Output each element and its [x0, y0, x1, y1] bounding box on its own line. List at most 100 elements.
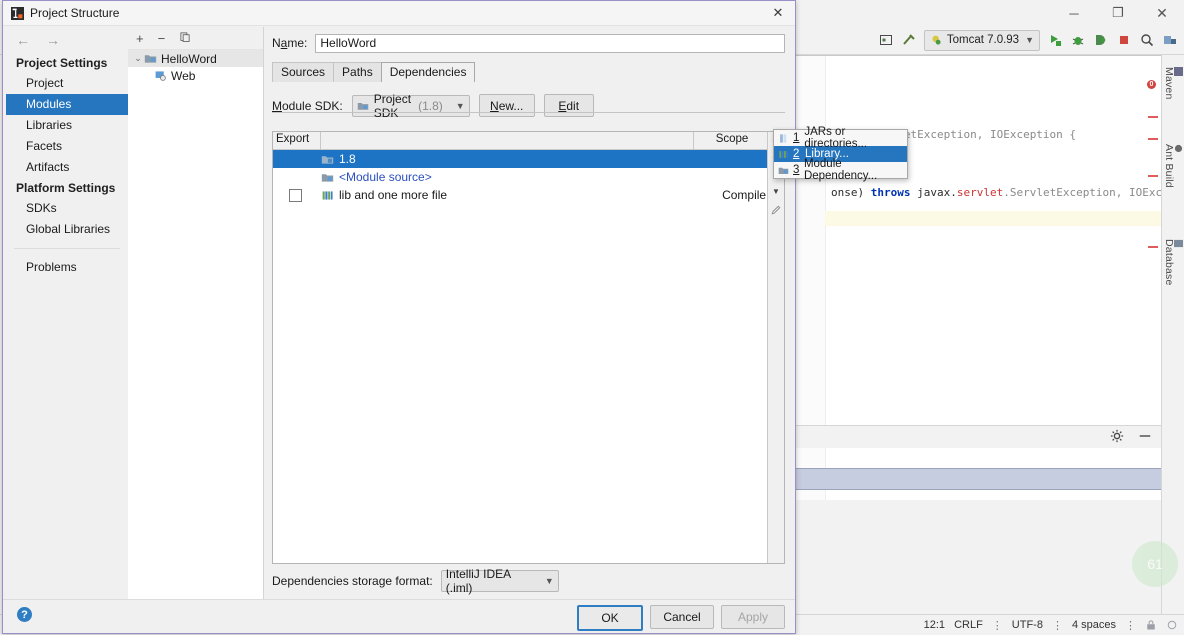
error-stripe-1[interactable] [1148, 116, 1158, 118]
apply-button[interactable]: Apply [721, 605, 785, 629]
caret-position[interactable]: 12:1 [924, 619, 945, 631]
tree-node-helloword[interactable]: ⌄ HelloWord [128, 50, 263, 67]
menu-item-label: Module Dependency... [803, 158, 878, 182]
tool-window-maven[interactable]: Maven [1162, 63, 1184, 100]
row-name-cell: <Module source> [317, 170, 688, 184]
build-hammer-icon[interactable] [901, 32, 917, 48]
tree-node-web[interactable]: Web [128, 67, 263, 84]
dialog-title-bar: Project Structure ✕ [3, 1, 795, 26]
tab-dependencies[interactable]: Dependencies [380, 62, 476, 82]
tab-paths[interactable]: Paths [333, 62, 382, 82]
code-line-2: onse) throws javax.servlet.ServletExcept… [831, 186, 1184, 199]
edit-pencil-icon[interactable] [768, 200, 784, 220]
add-dependency-menu: 1 JARs or directories... 2 Library... 3 … [773, 126, 908, 182]
stop-icon[interactable] [1116, 32, 1132, 48]
add-module-button[interactable]: + [136, 31, 144, 46]
encoding-chevron-icon: ⋮ [1051, 619, 1063, 632]
module-icon [778, 165, 789, 176]
sidebar-item-problems[interactable]: Problems [6, 257, 128, 278]
minimize-button[interactable]: ─ [1052, 0, 1096, 26]
sidebar-item-facets[interactable]: Facets [6, 136, 128, 157]
row-export-cell [273, 188, 317, 202]
module-sdk-combo[interactable]: Project SDK (1.8) ▼ [351, 92, 470, 120]
cancel-button[interactable]: Cancel [650, 605, 714, 629]
run-configuration-selector[interactable]: Tomcat 7.0.93 ▼ [923, 29, 1040, 51]
column-header-scope[interactable]: Scope [693, 132, 770, 149]
forward-arrow-icon[interactable]: → [46, 32, 60, 48]
module-sdk-version: (1.8) [418, 98, 443, 113]
tool-window-ant-build[interactable]: Ant Build [1162, 140, 1184, 188]
sidebar-item-artifacts[interactable]: Artifacts [6, 157, 128, 178]
tab-sources[interactable]: Sources [272, 62, 335, 82]
table-row[interactable]: 1.8 [273, 150, 784, 168]
memory-indicator-icon[interactable] [1166, 619, 1178, 631]
tool-window-maven-label: Maven [1163, 67, 1175, 100]
project-settings-icon[interactable] [1162, 32, 1178, 48]
indent-chevron-icon: ⋮ [1125, 619, 1136, 632]
project-structure-icon[interactable] [878, 32, 894, 48]
run-with-coverage-icon[interactable] [1093, 32, 1109, 48]
copy-module-icon[interactable] [179, 31, 191, 46]
run-config-label: Tomcat 7.0.93 [946, 34, 1020, 46]
help-button[interactable]: ? [17, 607, 32, 622]
export-checkbox[interactable] [288, 188, 302, 202]
chevron-down-icon[interactable]: ⌄ [132, 53, 144, 64]
remove-module-button[interactable]: − [158, 31, 166, 46]
window-controls: ─ ❐ ✕ [1052, 0, 1184, 26]
run-icon[interactable] [1047, 32, 1063, 48]
code-token-params: onse) [831, 186, 871, 199]
edit-sdk-button[interactable]: Edit [543, 94, 594, 117]
module-source-icon [321, 171, 334, 184]
module-name-input[interactable] [315, 33, 785, 53]
ok-button[interactable]: OK [577, 605, 643, 631]
panel-icon-group [1110, 429, 1154, 445]
new-sdk-button[interactable]: New... [478, 94, 535, 117]
move-down-button[interactable]: ▼ [768, 183, 784, 200]
line-separator[interactable]: CRLF [954, 619, 983, 631]
ant-icon [1174, 144, 1184, 153]
menu-item-module-dependency[interactable]: 3 Module Dependency... [774, 158, 907, 182]
module-tabs: Sources Paths Dependencies [272, 62, 793, 82]
table-row[interactable]: <Module source> [273, 168, 784, 186]
search-everywhere-icon[interactable] [1139, 32, 1155, 48]
sidebar-item-modules[interactable]: Modules [6, 94, 128, 115]
file-encoding[interactable]: UTF-8 [1012, 619, 1043, 631]
menu-item-jars-or-directories[interactable]: 1 JARs or directories... [774, 126, 907, 150]
storage-format-combo[interactable]: IntelliJ IDEA (.iml) ▼ [440, 567, 559, 595]
dialog-close-button[interactable]: ✕ [765, 2, 791, 24]
lock-icon[interactable] [1145, 619, 1157, 631]
hide-panel-icon[interactable] [1138, 429, 1154, 445]
close-window-button[interactable]: ✕ [1140, 0, 1184, 26]
chevron-down-icon: ▼ [544, 576, 554, 586]
sidebar-item-sdks[interactable]: SDKs [6, 198, 128, 219]
module-tree-toolbar: + − [128, 27, 263, 50]
column-header-export[interactable]: Export [273, 132, 321, 149]
indent-setting[interactable]: 4 spaces [1072, 619, 1116, 631]
code-token-servlet-pkg: servlet [956, 186, 1004, 199]
back-arrow-icon[interactable]: ← [16, 32, 30, 48]
web-facet-icon [154, 69, 167, 82]
error-stripe-3[interactable] [1148, 175, 1158, 177]
dialog-footer: ? OK Cancel Apply [3, 599, 795, 633]
sidebar-item-project[interactable]: Project [6, 73, 128, 94]
row-scope-label: Compile [722, 188, 767, 202]
menu-item-label: JARs or directories... [804, 126, 868, 150]
error-stripe-2[interactable] [1148, 138, 1158, 140]
gear-icon[interactable] [1110, 429, 1126, 445]
selected-console-row [795, 468, 1162, 490]
sidebar-item-libraries[interactable]: Libraries [6, 115, 128, 136]
tool-window-database[interactable]: Database [1162, 235, 1184, 286]
jdk-folder-icon [321, 153, 334, 166]
module-tree-panel: + − ⌄ HelloWord Web [128, 27, 264, 600]
maximize-button[interactable]: ❐ [1096, 0, 1140, 26]
error-stripe-4[interactable] [1148, 246, 1158, 248]
module-sdk-row: Module SDK: Project SDK (1.8) ▼ New... E… [272, 92, 793, 120]
menu-item-number: 2 [793, 148, 800, 160]
tomcat-icon [930, 34, 943, 47]
debug-icon[interactable] [1070, 32, 1086, 48]
error-count-badge[interactable]: 0 [1147, 80, 1156, 89]
sidebar-item-global-libraries[interactable]: Global Libraries [6, 219, 128, 240]
table-row[interactable]: lib and one more file Compile ▼ [273, 186, 784, 204]
storage-format-label: Dependencies storage format: [272, 574, 433, 588]
menu-item-number: 1 [793, 132, 800, 144]
